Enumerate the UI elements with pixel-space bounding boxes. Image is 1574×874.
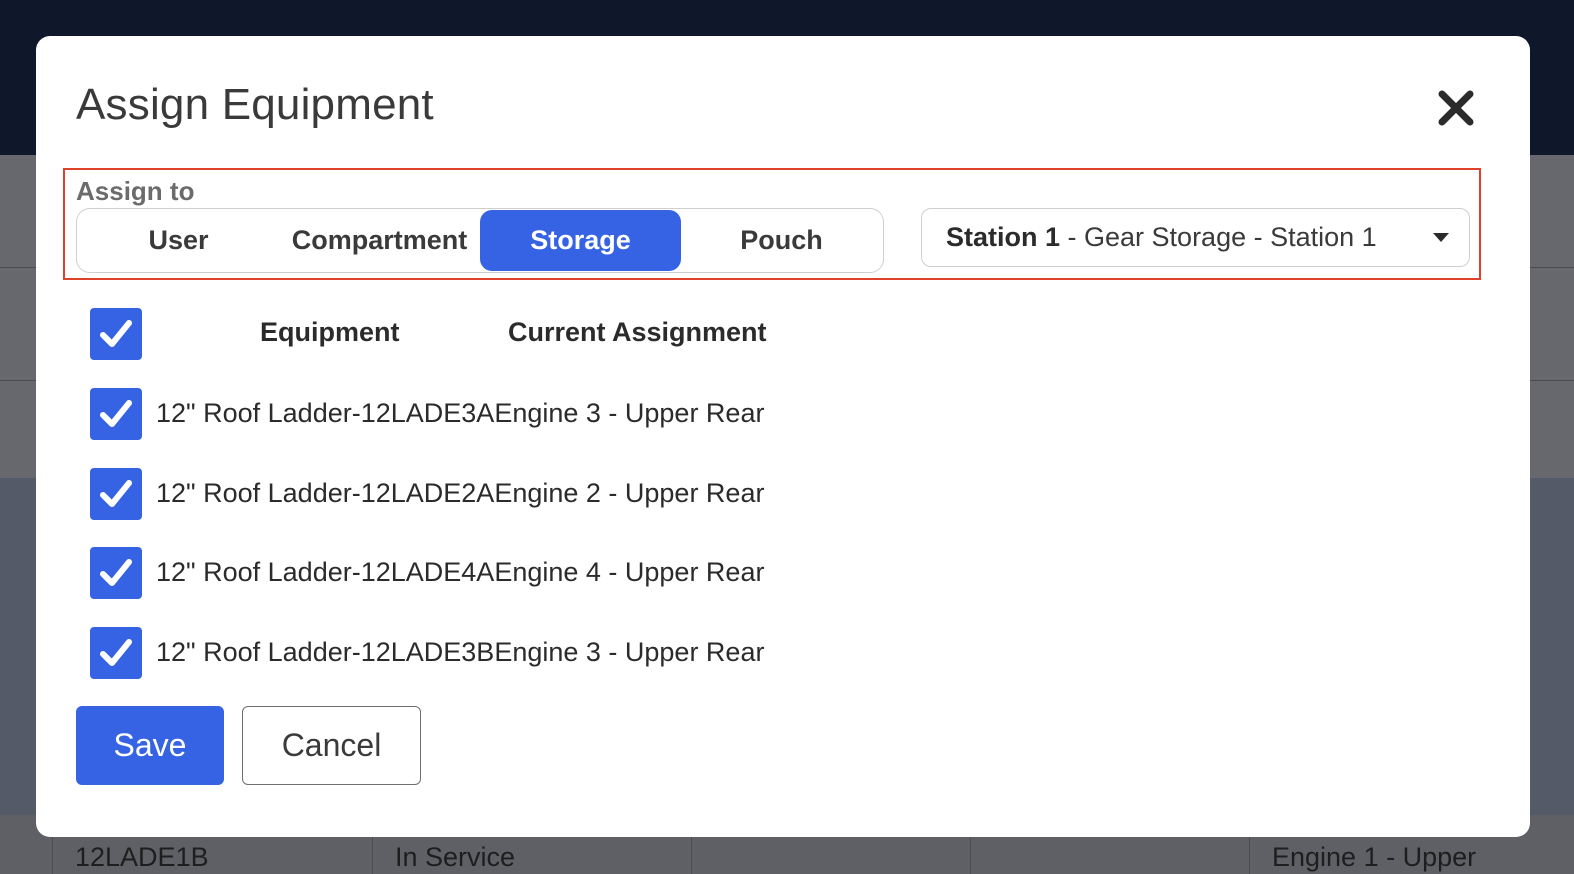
modal-title: Assign Equipment (76, 80, 434, 129)
location-detail: - Gear Storage - Station 1 (1060, 222, 1377, 252)
equipment-name: 12" Roof Ladder-12LADE4A (156, 557, 495, 587)
row-checkbox[interactable] (90, 388, 142, 440)
row-checkbox[interactable] (90, 547, 142, 599)
table-row: 12" Roof Ladder-12LADE3BEngine 3 - Upper… (156, 637, 764, 668)
current-assignment: Engine 2 - Upper Rear (494, 478, 765, 508)
check-icon (100, 559, 132, 586)
table-row: 12" Roof Ladder-12LADE2AEngine 2 - Upper… (156, 478, 764, 509)
assign-option-storage[interactable]: Storage (480, 210, 681, 271)
table-row: 12" Roof Ladder-12LADE4AEngine 4 - Upper… (156, 557, 764, 588)
assign-equipment-modal: Assign Equipment Assign to User Compartm… (36, 36, 1530, 837)
current-assignment: Engine 3 - Upper Rear (494, 398, 765, 428)
assign-to-label: Assign to (76, 176, 195, 206)
close-button[interactable] (1434, 86, 1478, 130)
row-checkbox[interactable] (90, 627, 142, 679)
row-checkbox[interactable] (90, 468, 142, 520)
column-header-current-assignment: Current Assignment (508, 317, 767, 347)
select-all-checkbox[interactable] (90, 308, 142, 360)
assign-option-user[interactable]: User (78, 210, 279, 271)
current-assignment: Engine 4 - Upper Rear (494, 557, 765, 587)
location-select[interactable]: Station 1 - Gear Storage - Station 1 (921, 208, 1470, 267)
close-icon (1438, 90, 1474, 126)
column-header-equipment: Equipment (260, 317, 400, 347)
equipment-name: 12" Roof Ladder-12LADE3A (156, 398, 495, 428)
check-icon (100, 320, 132, 347)
caret-down-icon (1433, 233, 1449, 242)
assign-option-pouch[interactable]: Pouch (681, 210, 882, 271)
location-station: Station 1 (946, 222, 1061, 252)
cancel-button[interactable]: Cancel (242, 706, 421, 785)
save-button[interactable]: Save (76, 706, 224, 785)
check-icon (100, 400, 132, 427)
equipment-name: 12" Roof Ladder-12LADE3B (156, 637, 495, 667)
check-icon (100, 639, 132, 666)
check-icon (100, 480, 132, 507)
current-assignment: Engine 3 - Upper Rear (494, 637, 765, 667)
assign-to-segmented-control: User Compartment Storage Pouch (76, 208, 884, 273)
equipment-name: 12" Roof Ladder-12LADE2A (156, 478, 495, 508)
table-row: 12" Roof Ladder-12LADE3AEngine 3 - Upper… (156, 398, 764, 429)
assign-option-compartment[interactable]: Compartment (279, 210, 480, 271)
